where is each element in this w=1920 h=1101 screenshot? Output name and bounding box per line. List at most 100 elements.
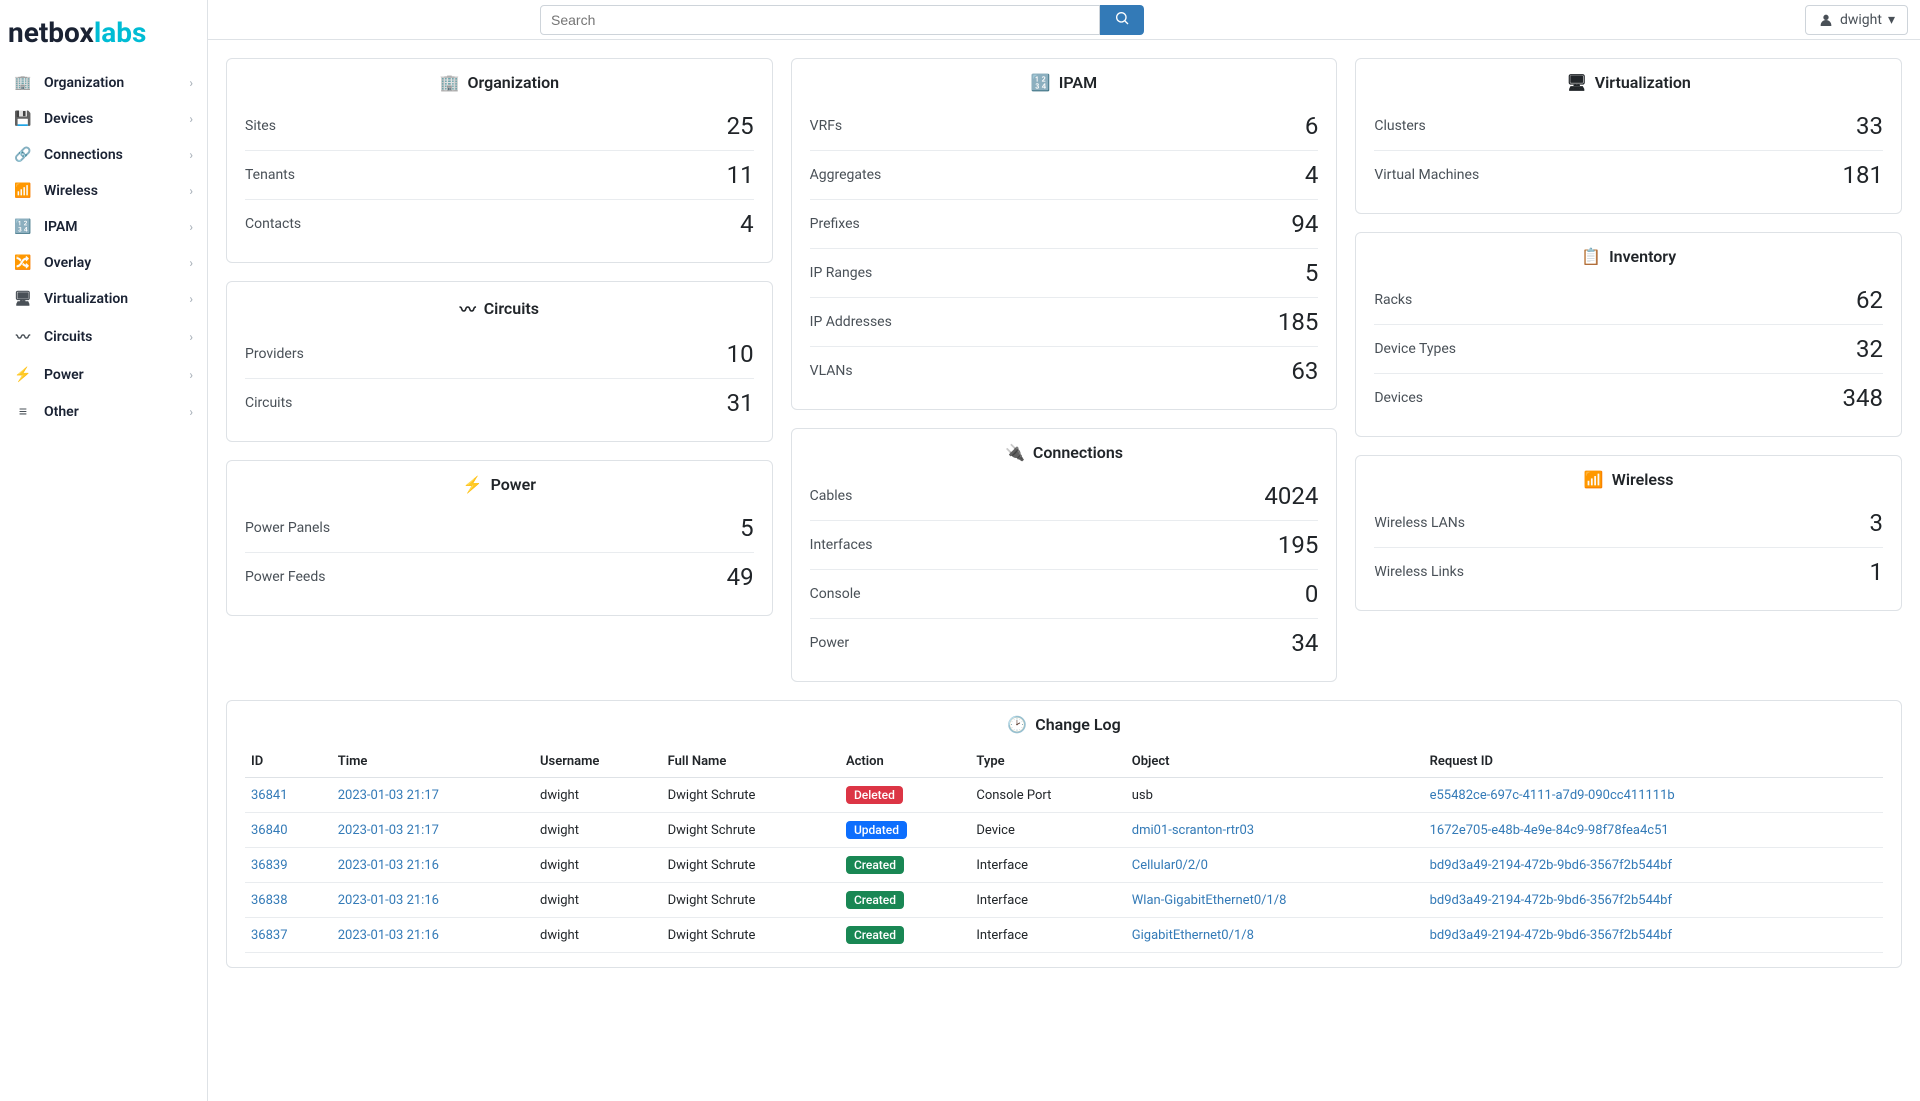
card-inventory: 📋Inventory Racks62Device Types32Devices3… <box>1355 232 1902 437</box>
request-id-link[interactable]: e55482ce-697c-4111-a7d9-090cc411111b <box>1430 788 1675 803</box>
id-link[interactable]: 36838 <box>251 893 288 908</box>
stat-row[interactable]: Wireless Links1 <box>1374 548 1883 596</box>
stat-row[interactable]: Sites25 <box>245 102 754 151</box>
sidebar-item-overlay[interactable]: 🔀Overlay› <box>0 245 207 281</box>
object-text: usb <box>1132 788 1153 803</box>
request-id-link[interactable]: bd9d3a49-2194-472b-9bd6-3567f2b544bf <box>1430 858 1672 873</box>
stat-row[interactable]: Prefixes94 <box>810 200 1319 249</box>
fullname-cell: Dwight Schrute <box>662 848 840 883</box>
stat-value: 63 <box>1291 357 1318 385</box>
card-connections: 🔌Connections Cables4024Interfaces195Cons… <box>791 428 1338 682</box>
action-badge: Created <box>846 926 904 944</box>
time-link[interactable]: 2023-01-03 21:16 <box>338 928 439 943</box>
card-title: Power <box>491 475 536 494</box>
time-link[interactable]: 2023-01-03 21:16 <box>338 893 439 908</box>
object-link[interactable]: dmi01-scranton-rtr03 <box>1132 823 1254 838</box>
stat-label: VLANs <box>810 363 853 379</box>
id-link[interactable]: 36840 <box>251 823 288 838</box>
stat-label: Aggregates <box>810 167 882 183</box>
stat-label: VRFs <box>810 118 843 134</box>
stat-row[interactable]: IP Ranges5 <box>810 249 1319 298</box>
stat-value: 31 <box>727 389 754 417</box>
stat-row[interactable]: IP Addresses185 <box>810 298 1319 347</box>
object-link[interactable]: GigabitEthernet0/1/8 <box>1132 928 1254 943</box>
time-link[interactable]: 2023-01-03 21:17 <box>338 823 439 838</box>
wifi-icon: 📶 <box>1584 470 1604 489</box>
card-wireless: 📶Wireless Wireless LANs3Wireless Links1 <box>1355 455 1902 611</box>
stat-row[interactable]: Tenants 11 <box>245 151 754 200</box>
object-link[interactable]: Cellular0/2/0 <box>1132 858 1208 873</box>
search-input[interactable] <box>540 5 1100 35</box>
sidebar-item-virtualization[interactable]: 🖥Virtualization› <box>0 281 207 317</box>
stat-value: 348 <box>1843 384 1883 412</box>
sidebar-item-organization[interactable]: 🏢Organization› <box>0 65 207 101</box>
user-menu[interactable]: dwight ▾ <box>1805 5 1908 35</box>
nav-icon: 🔗 <box>14 147 32 163</box>
card-title: Organization <box>467 73 559 92</box>
stat-row[interactable]: Aggregates4 <box>810 151 1319 200</box>
stat-row[interactable]: Providers10 <box>245 330 754 379</box>
brand-logo[interactable]: netboxlabs <box>0 8 207 65</box>
username-cell: dwight <box>534 848 662 883</box>
stat-row[interactable]: VLANs 63 <box>810 347 1319 395</box>
stat-row[interactable]: Device Types32 <box>1374 325 1883 374</box>
sidebar-item-power[interactable]: ⚡Power› <box>0 357 207 393</box>
username-cell: dwight <box>534 778 662 813</box>
nav-icon: ≡ <box>14 403 32 420</box>
stat-row[interactable]: Power Panels5 <box>245 504 754 553</box>
time-link[interactable]: 2023-01-03 21:16 <box>338 858 439 873</box>
id-link[interactable]: 36839 <box>251 858 288 873</box>
user-name: dwight <box>1840 12 1882 28</box>
stat-value: 25 <box>727 112 754 140</box>
nav-label: Virtualization <box>44 291 128 307</box>
request-id-link[interactable]: 1672e705-e48b-4e9e-84c9-98f78fea4c51 <box>1430 823 1669 838</box>
sidebar-item-ipam[interactable]: 🔢IPAM› <box>0 209 207 245</box>
stat-label: Prefixes <box>810 216 860 232</box>
stat-row[interactable]: Power34 <box>810 619 1319 667</box>
sidebar-item-circuits[interactable]: 〰Circuits› <box>0 317 207 357</box>
request-id-link[interactable]: bd9d3a49-2194-472b-9bd6-3567f2b544bf <box>1430 893 1672 908</box>
username-cell: dwight <box>534 918 662 953</box>
table-header: ID <box>245 746 332 778</box>
stat-row[interactable]: Virtual Machines181 <box>1374 151 1883 199</box>
stat-value: 11 <box>727 161 754 189</box>
stat-row[interactable]: Clusters33 <box>1374 102 1883 151</box>
type-cell: Device <box>970 813 1125 848</box>
object-link[interactable]: Wlan-GigabitEthernet0/1/8 <box>1132 893 1287 908</box>
nav-icon: 💾 <box>14 111 32 127</box>
time-link[interactable]: 2023-01-03 21:17 <box>338 788 439 803</box>
nav-icon: 📶 <box>14 183 32 199</box>
stat-label: Tenants <box>245 167 295 183</box>
sidebar-item-other[interactable]: ≡Other› <box>0 393 207 430</box>
id-link[interactable]: 36841 <box>251 788 288 803</box>
id-link[interactable]: 36837 <box>251 928 288 943</box>
stat-row[interactable]: Power Feeds49 <box>245 553 754 601</box>
stat-row[interactable]: Cables4024 <box>810 472 1319 521</box>
table-header: Time <box>332 746 534 778</box>
request-id-link[interactable]: bd9d3a49-2194-472b-9bd6-3567f2b544bf <box>1430 928 1672 943</box>
stat-row[interactable]: Interfaces195 <box>810 521 1319 570</box>
stat-value: 185 <box>1278 308 1318 336</box>
chevron-right-icon: › <box>189 368 193 382</box>
fullname-cell: Dwight Schrute <box>662 813 840 848</box>
circuit-icon: 〰 <box>460 296 476 320</box>
table-row: 36837 2023-01-03 21:16 dwight Dwight Sch… <box>245 918 1883 953</box>
stat-row[interactable]: Console0 <box>810 570 1319 619</box>
stat-label: Interfaces <box>810 537 873 553</box>
card-power: ⚡Power Power Panels5Power Feeds49 <box>226 460 773 616</box>
stat-row[interactable]: Racks62 <box>1374 276 1883 325</box>
sidebar-item-connections[interactable]: 🔗Connections› <box>0 137 207 173</box>
stat-row[interactable]: Circuits31 <box>245 379 754 427</box>
fullname-cell: Dwight Schrute <box>662 918 840 953</box>
table-row: 36840 2023-01-03 21:17 dwight Dwight Sch… <box>245 813 1883 848</box>
sidebar: netboxlabs 🏢Organization›💾Devices›🔗Conne… <box>0 0 208 1101</box>
sidebar-item-devices[interactable]: 💾Devices› <box>0 101 207 137</box>
stat-row[interactable]: Contacts4 <box>245 200 754 248</box>
changelog-card: 🕑Change Log IDTimeUsernameFull NameActio… <box>226 700 1902 968</box>
stat-row[interactable]: Wireless LANs3 <box>1374 499 1883 548</box>
changelog-title: Change Log <box>1035 715 1120 734</box>
stat-row[interactable]: Devices348 <box>1374 374 1883 422</box>
search-button[interactable] <box>1100 5 1144 35</box>
sidebar-item-wireless[interactable]: 📶Wireless› <box>0 173 207 209</box>
stat-row[interactable]: VRFs6 <box>810 102 1319 151</box>
